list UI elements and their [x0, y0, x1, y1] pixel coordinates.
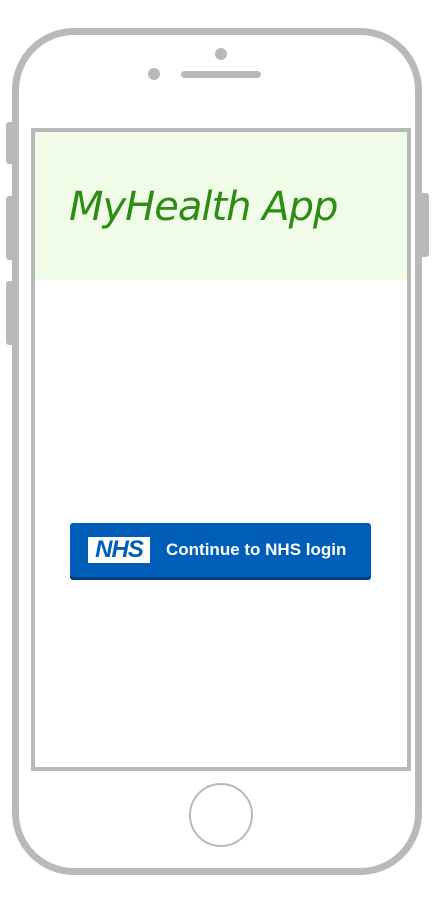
nhs-logo-icon: NHS: [88, 537, 150, 563]
nhs-login-button-label: Continue to NHS login: [166, 540, 347, 559]
phone-screen: MyHealth App NHS Continue to NHS login: [31, 128, 411, 771]
earpiece-speaker: [181, 71, 261, 78]
continue-to-nhs-login-button[interactable]: NHS Continue to NHS login: [70, 523, 371, 577]
proximity-sensor: [148, 68, 160, 80]
front-camera: [215, 48, 227, 60]
app-header: MyHealth App: [35, 132, 407, 280]
app-title: MyHealth App: [69, 184, 338, 230]
nhs-logo-text: NHS: [95, 536, 144, 563]
home-button[interactable]: [189, 783, 253, 847]
